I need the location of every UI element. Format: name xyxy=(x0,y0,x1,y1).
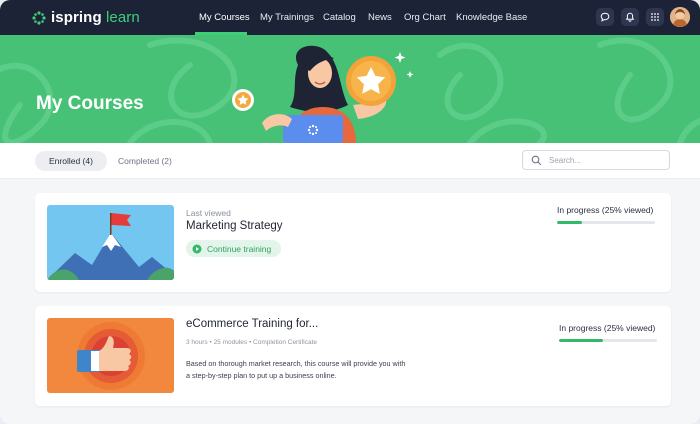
search-input[interactable]: Search... xyxy=(522,150,670,170)
nav-my-trainings[interactable]: My Trainings xyxy=(260,12,314,23)
course-progress-bar xyxy=(557,221,655,224)
apps-grid-icon xyxy=(651,13,659,21)
nav-knowledge-base[interactable]: Knowledge Base xyxy=(456,12,527,23)
continue-training-label: Continue training xyxy=(207,243,272,254)
course-description: Based on thorough market research, this … xyxy=(186,359,406,380)
mountain-flag-icon xyxy=(47,205,174,280)
play-circle-icon xyxy=(192,244,202,253)
course-progress-fill xyxy=(559,339,604,342)
course-thumbnail xyxy=(47,318,174,393)
app-window: ispring learn My Courses My Trainings Ca… xyxy=(0,0,700,424)
learner-illustration xyxy=(232,45,414,143)
thumbs-up-icon xyxy=(47,318,174,393)
course-progress-bar xyxy=(559,339,657,342)
continue-training-button[interactable]: Continue training xyxy=(186,240,282,257)
notifications-button[interactable] xyxy=(621,8,639,26)
nav-org-chart[interactable]: Org Chart xyxy=(404,12,446,23)
top-navigation: ispring learn My Courses My Trainings Ca… xyxy=(0,0,700,35)
course-meta: 3 hours • 25 modules • Completion Certif… xyxy=(186,339,318,346)
tab-enrolled[interactable]: Enrolled (4) xyxy=(35,151,107,171)
ispring-logo-icon xyxy=(32,10,46,25)
brand-logo[interactable]: ispring learn xyxy=(32,9,140,26)
course-status: In progress (25% viewed) xyxy=(559,323,656,333)
course-title[interactable]: Marketing Strategy xyxy=(186,220,283,232)
page-banner: My Courses xyxy=(0,35,700,143)
search-placeholder: Search... xyxy=(549,156,582,165)
nav-news[interactable]: News xyxy=(368,12,392,23)
page-title: My Courses xyxy=(36,93,144,114)
chat-button[interactable] xyxy=(596,8,614,26)
course-thumbnail xyxy=(47,205,174,280)
chat-icon xyxy=(600,12,610,22)
brand-name: ispring learn xyxy=(51,9,140,26)
nav-catalog[interactable]: Catalog xyxy=(323,12,356,23)
bell-icon xyxy=(625,12,635,22)
course-progress-fill xyxy=(557,221,582,224)
course-card[interactable]: Last viewed Marketing Strategy Continue … xyxy=(35,193,671,292)
last-viewed-label: Last viewed xyxy=(186,208,231,218)
user-photo-icon xyxy=(670,7,690,27)
tab-completed[interactable]: Completed (2) xyxy=(104,151,186,171)
apps-button[interactable] xyxy=(646,8,664,26)
nav-my-courses[interactable]: My Courses xyxy=(199,12,250,23)
course-title[interactable]: eCommerce Training for... xyxy=(186,318,318,330)
course-card[interactable]: eCommerce Training for... 3 hours • 25 m… xyxy=(35,306,671,406)
search-icon xyxy=(531,155,542,166)
user-avatar[interactable] xyxy=(670,7,690,27)
course-status: In progress (25% viewed) xyxy=(557,205,654,215)
